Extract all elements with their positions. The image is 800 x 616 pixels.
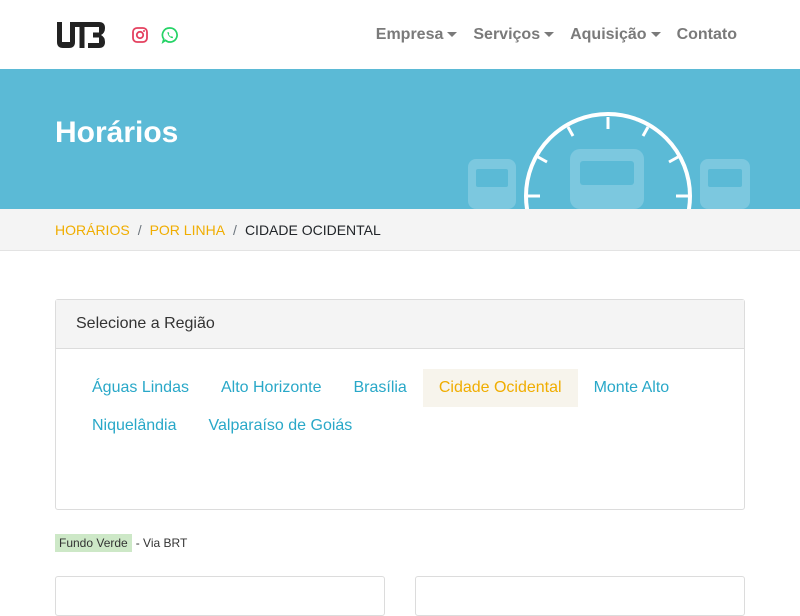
region-list: Águas Lindas Alto Horizonte Brasília Cid… — [56, 349, 744, 445]
nav-aquisicao-label: Aquisição — [570, 25, 647, 43]
nav-servicos-label: Serviços — [473, 25, 541, 43]
breadcrumb-horarios[interactable]: HORÁRIOS — [55, 222, 130, 238]
region-card-header: Selecione a Região — [56, 300, 744, 349]
nav-contato-label: Contato — [676, 25, 737, 43]
breadcrumb-por-linha[interactable]: POR LINHA — [150, 222, 225, 238]
region-aguas-lindas[interactable]: Águas Lindas — [76, 369, 205, 407]
page-hero: Horários — [0, 69, 800, 209]
chevron-down-icon — [650, 32, 661, 37]
chevron-down-icon — [447, 32, 458, 37]
navbar: Empresa Serviços Aquisição Contato — [0, 0, 800, 69]
utb-logo[interactable] — [55, 19, 107, 51]
schedule-card-left — [55, 576, 385, 616]
nav-contato[interactable]: Contato — [669, 26, 745, 44]
nav-empresa[interactable]: Empresa — [368, 26, 466, 44]
schedule-card-right — [415, 576, 745, 616]
nav-empresa-label: Empresa — [375, 25, 444, 43]
breadcrumb-current: CIDADE OCIDENTAL — [244, 221, 381, 238]
region-niquelandia[interactable]: Niquelândia — [76, 407, 193, 445]
region-selector-card: Selecione a Região Águas Lindas Alto Hor… — [55, 299, 745, 510]
brt-legend-tag: Fundo Verde — [55, 534, 132, 552]
whatsapp-icon[interactable] — [161, 26, 179, 44]
region-monte-alto[interactable]: Monte Alto — [578, 369, 686, 407]
breadcrumb: HORÁRIOS / POR LINHA / CIDADE OCIDENTAL — [0, 209, 800, 251]
region-cidade-ocidental[interactable]: Cidade Ocidental — [422, 369, 578, 407]
brt-legend: Fundo Verde - Via BRT — [55, 534, 187, 552]
brt-legend-text: - Via BRT — [135, 536, 188, 550]
main-nav: Empresa Serviços Aquisição Contato — [368, 26, 745, 44]
clock-bus-illustration — [468, 112, 750, 209]
region-valparaiso[interactable]: Valparaíso de Goiás — [193, 407, 369, 445]
region-alto-horizonte[interactable]: Alto Horizonte — [205, 369, 338, 407]
region-brasilia[interactable]: Brasília — [337, 369, 422, 407]
breadcrumb-separator: / — [233, 221, 237, 238]
page-title: Horários — [55, 116, 179, 149]
instagram-icon[interactable] — [131, 26, 149, 44]
chevron-down-icon — [544, 32, 555, 37]
social-links — [131, 26, 179, 44]
nav-servicos[interactable]: Serviços — [465, 26, 562, 44]
nav-aquisicao[interactable]: Aquisição — [562, 26, 668, 44]
breadcrumb-separator: / — [137, 221, 142, 238]
